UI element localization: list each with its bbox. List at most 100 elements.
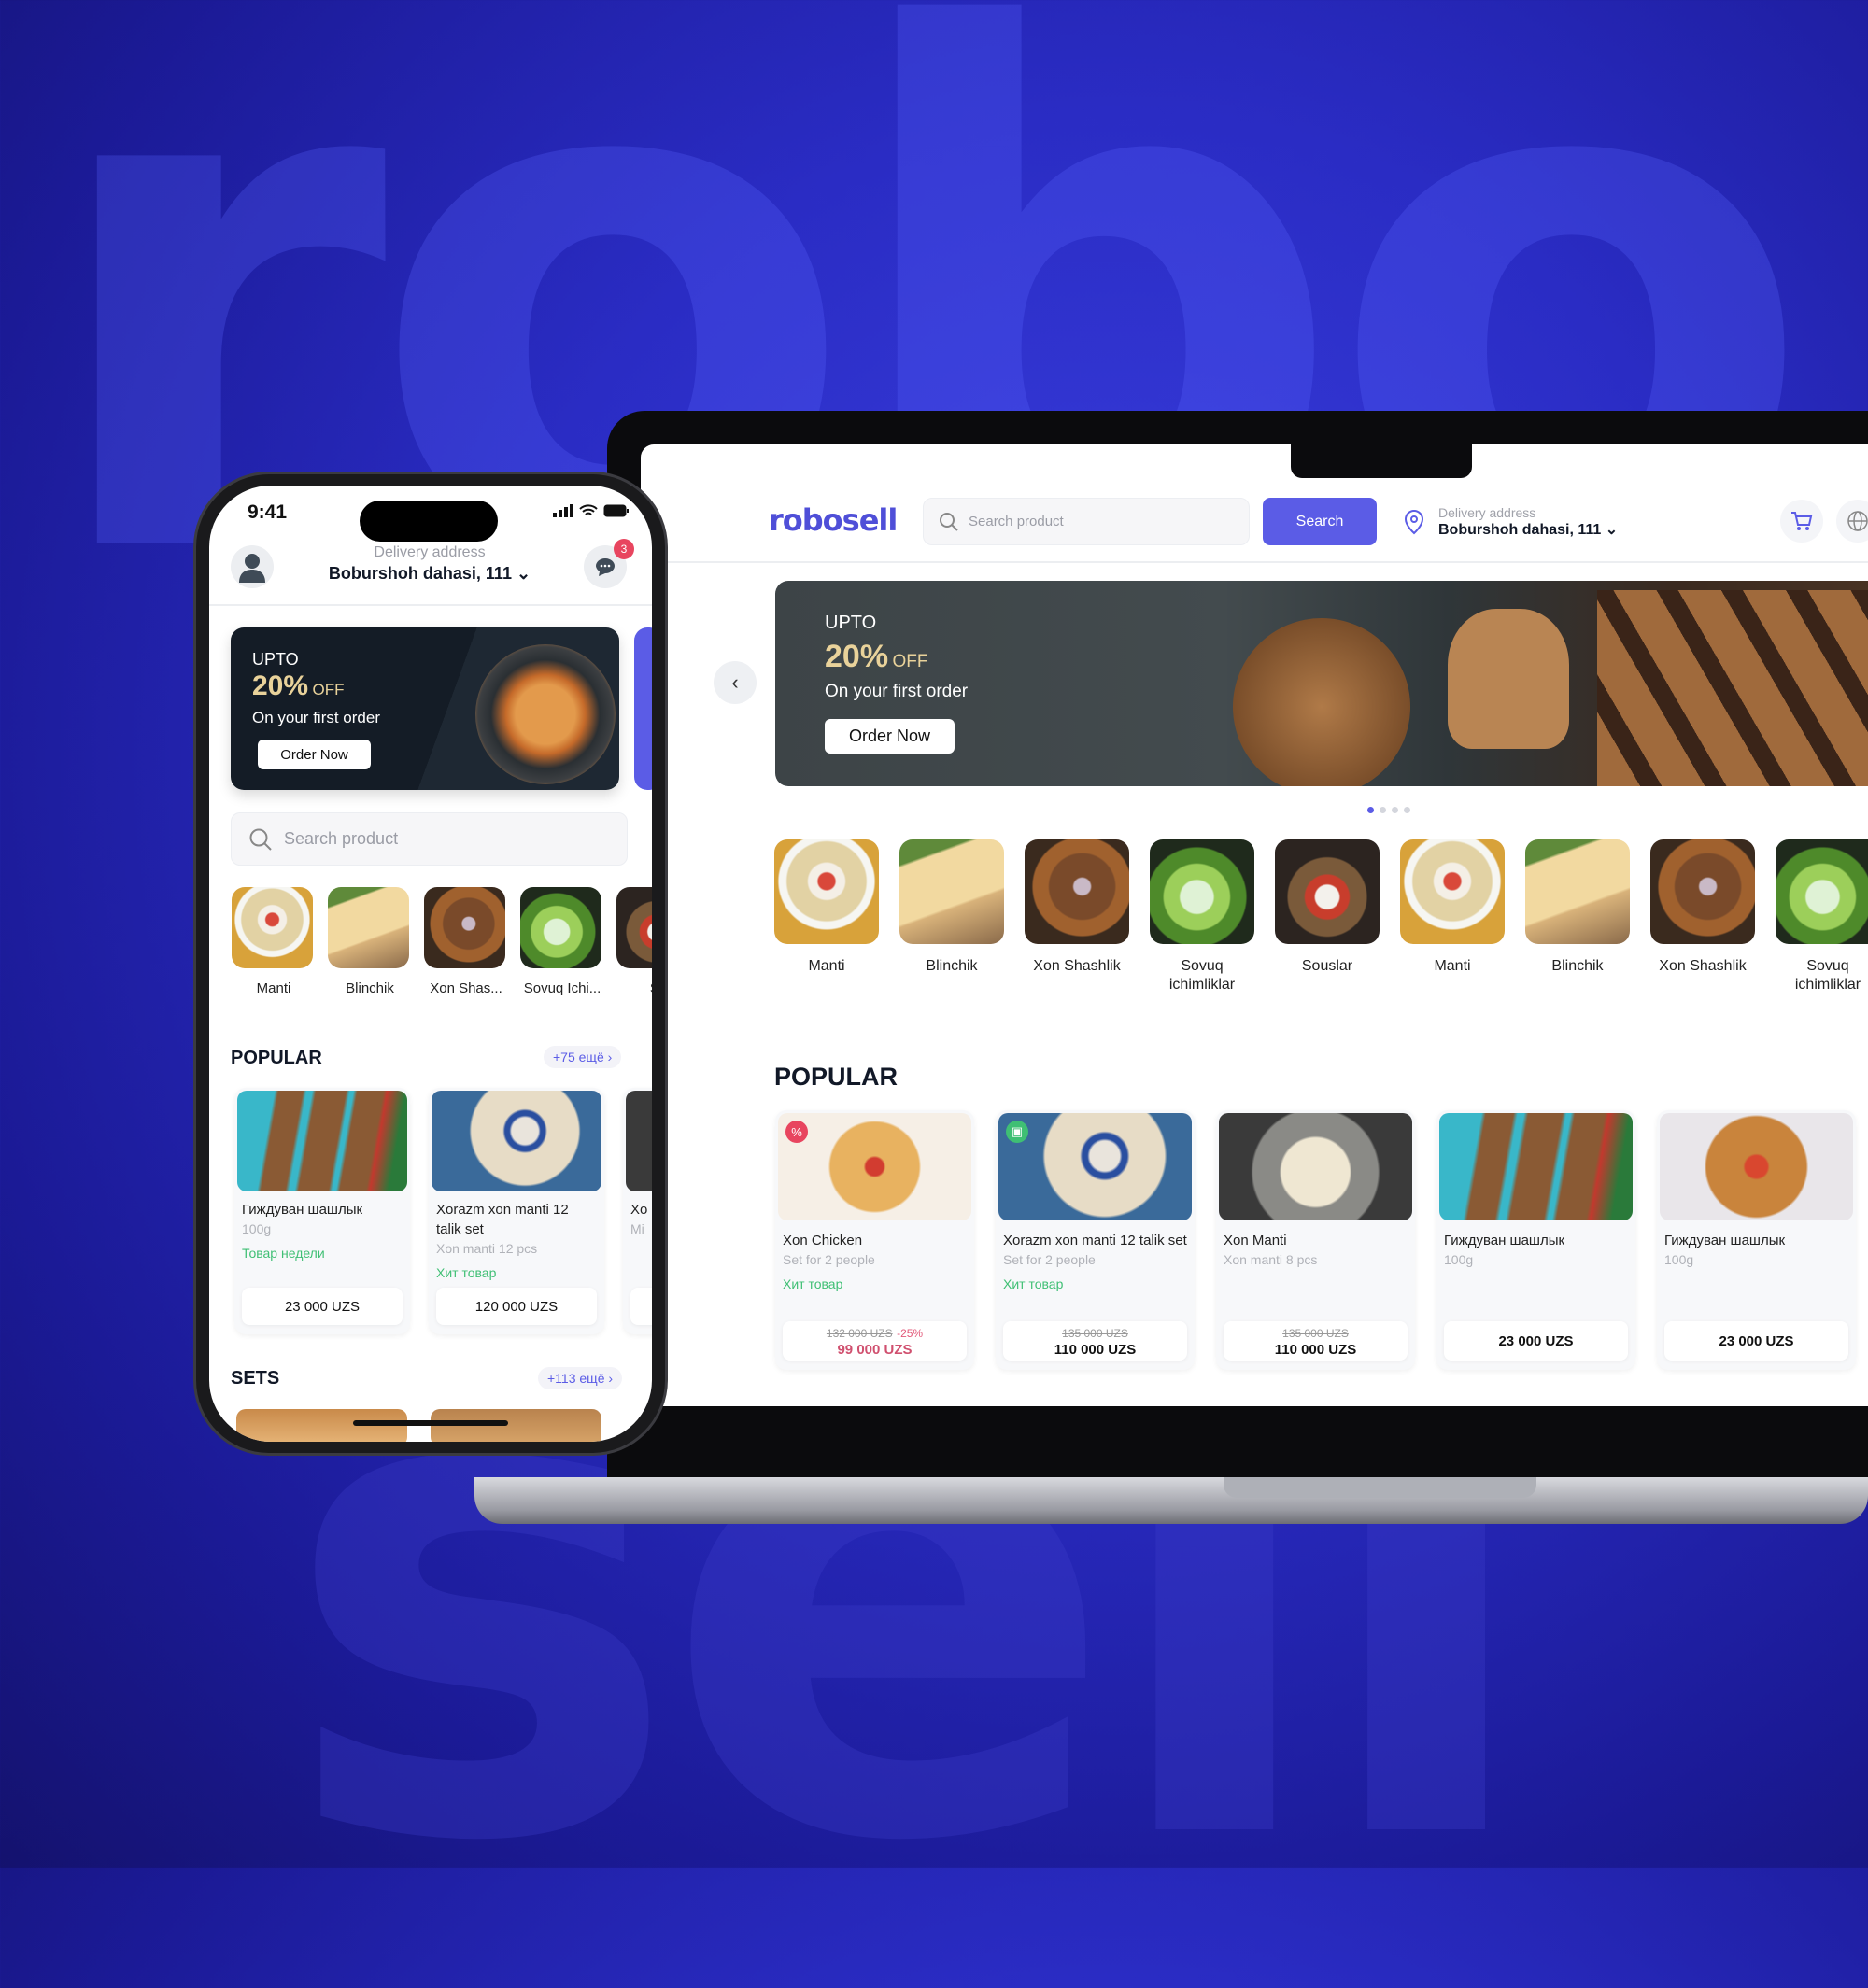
logo[interactable]: robosell: [769, 502, 898, 538]
product-title: Xorazm xon manti 12 talik set: [436, 1202, 569, 1237]
product-tag: Хит товар: [1003, 1276, 1064, 1291]
category-image: [1525, 839, 1630, 944]
search-icon: [940, 512, 958, 531]
category-item[interactable]: Manti: [232, 887, 316, 998]
product-subtitle: Xon manti 8 pcs: [1224, 1252, 1318, 1267]
search-button[interactable]: Search: [1263, 498, 1377, 545]
laptop-base: [474, 1477, 1868, 1524]
order-now-button[interactable]: Order Now: [825, 719, 955, 754]
banner-upto: UPTO: [252, 650, 299, 669]
product-tag: Хит товар: [783, 1276, 843, 1291]
chevron-down-icon: ⌄: [516, 564, 531, 583]
category-label: Blinchik: [1551, 958, 1604, 974]
product-image: [1660, 1113, 1853, 1220]
category-label: Xon Shas...: [430, 980, 502, 996]
cart-button[interactable]: [1780, 500, 1823, 543]
category-item[interactable]: Xon Shashlik: [1025, 839, 1129, 976]
carousel-dot[interactable]: [1392, 807, 1398, 813]
carousel-dot[interactable]: [1404, 807, 1410, 813]
category-item[interactable]: Xon Shas...: [424, 887, 508, 998]
delivery-address-selector[interactable]: Delivery address Boburshoh dahasi, 111 ⌄: [1401, 498, 1625, 545]
category-label: So: [616, 980, 652, 998]
category-image: [424, 887, 505, 968]
next-banner-peek[interactable]: [634, 627, 652, 790]
price-button[interactable]: [630, 1288, 652, 1325]
price-button[interactable]: 120 000 UZS: [436, 1288, 597, 1325]
banner-subtitle: On your first order: [825, 682, 969, 701]
price-button[interactable]: 135 000 UZS 110 000 UZS: [1003, 1321, 1187, 1361]
category-image: [1400, 839, 1505, 944]
product-title: Гиждуван шашлык: [1664, 1233, 1786, 1248]
promo-banner[interactable]: UPTO 20% OFF On your first order Order N…: [775, 581, 1868, 786]
location-pin-icon: [1404, 509, 1424, 534]
category-item[interactable]: Manti: [1400, 839, 1505, 976]
avatar[interactable]: [231, 545, 274, 588]
banner-prev-button[interactable]: ‹: [714, 661, 757, 704]
category-item[interactable]: Souslar: [1275, 839, 1380, 976]
banner-food-image: [475, 644, 616, 784]
product-card[interactable]: Xon Manti Xon manti 8 pcs 135 000 UZS 110 0…: [1216, 1110, 1415, 1370]
product-subtitle: Set for 2 people: [1003, 1252, 1096, 1267]
delivery-address-selector[interactable]: Delivery address Boburshoh dahasi, 111 ⌄: [280, 544, 579, 584]
order-now-button[interactable]: Order Now: [258, 740, 371, 769]
category-label: Manti: [256, 980, 291, 996]
product-tag: Хит товар: [436, 1265, 497, 1280]
price-button[interactable]: 23 000 UZS: [242, 1288, 403, 1325]
product-card[interactable]: Гиждуван шашлык 100g Товар недели 23 000 UZ…: [234, 1088, 410, 1334]
product-subtitle: 100g: [1664, 1252, 1694, 1267]
promo-banner[interactable]: UPTO 20% OFF On your first order Order N…: [231, 627, 619, 790]
product-card[interactable]: Xo Mi: [623, 1088, 652, 1334]
category-item[interactable]: Sovuq ichimliklar: [1776, 839, 1868, 994]
category-item[interactable]: Blinchik: [899, 839, 1004, 976]
price-button[interactable]: 135 000 UZS 110 000 UZS: [1224, 1321, 1408, 1361]
delivery-address: Boburshoh dahasi, 111: [328, 564, 512, 583]
category-image: [328, 887, 409, 968]
category-item[interactable]: Xon Shashlik: [1650, 839, 1755, 976]
popular-see-more-link[interactable]: +75 ещё ›: [544, 1046, 622, 1068]
home-indicator[interactable]: [353, 1420, 508, 1426]
wifi-icon: [579, 504, 598, 515]
carousel-dot[interactable]: [1380, 807, 1386, 813]
product-tag: Товар недели: [242, 1246, 325, 1261]
product-title: Xo: [630, 1202, 648, 1218]
dynamic-island: [360, 501, 498, 542]
product-subtitle: 100g: [1444, 1252, 1474, 1267]
product-card[interactable]: Гиждуван шашлык 100g 23 000 UZS: [1436, 1110, 1635, 1370]
price-button[interactable]: 132 000 UZS -25% 99 000 UZS: [783, 1321, 967, 1361]
product-card[interactable]: ▣ Xorazm xon manti 12 talik set Set for 2 …: [996, 1110, 1195, 1370]
product-title: Xorazm xon manti 12 talik set: [1003, 1233, 1187, 1248]
category-image: [232, 887, 313, 968]
old-price: 135 000 UZS: [1282, 1326, 1349, 1340]
category-label: Manti: [1434, 958, 1471, 974]
language-button[interactable]: [1836, 500, 1868, 543]
carousel-dots[interactable]: [1367, 801, 1416, 818]
search-placeholder: Search product: [284, 829, 399, 848]
search-input[interactable]: Search product: [923, 498, 1250, 545]
product-card[interactable]: % Xon Chicken Set for 2 people Хит товар 132…: [775, 1110, 974, 1370]
category-item[interactable]: Blinchik: [328, 887, 412, 998]
search-input[interactable]: Search product: [231, 812, 628, 866]
category-label: Souslar: [1301, 958, 1353, 974]
category-item[interactable]: Sovuq ichimliklar: [1150, 839, 1254, 994]
product-card[interactable]: Гиждуван шашлык 100g 23 000 UZS: [1657, 1110, 1856, 1370]
banner-off: OFF: [312, 681, 345, 698]
product-card[interactable]: Xorazm xon manti 12 talik set Xon manti 1…: [429, 1088, 604, 1334]
sets-heading: SETS: [231, 1368, 280, 1389]
carousel-dot[interactable]: [1367, 807, 1374, 813]
search-icon: [249, 828, 272, 851]
category-item[interactable]: So: [616, 887, 652, 998]
category-item[interactable]: Sovuq Ichi...: [520, 887, 604, 998]
price: 99 000 UZS: [837, 1341, 913, 1358]
category-item[interactable]: Manti: [774, 839, 879, 976]
product-image: %: [778, 1113, 971, 1220]
price-button[interactable]: 23 000 UZS: [1664, 1321, 1848, 1361]
address-text: Boburshoh dahasi, 111: [1438, 521, 1602, 538]
sets-see-more-link[interactable]: +113 ещё ›: [538, 1367, 623, 1389]
product-subtitle: Set for 2 people: [783, 1252, 875, 1267]
product-image: [1439, 1113, 1633, 1220]
category-item[interactable]: Blinchik: [1525, 839, 1630, 976]
category-label: Sovuq ichimliklar: [1168, 958, 1236, 993]
delivery-address: Boburshoh dahasi, 111 ⌄: [1438, 520, 1618, 539]
product-image: [432, 1091, 601, 1191]
price-button[interactable]: 23 000 UZS: [1444, 1321, 1628, 1361]
